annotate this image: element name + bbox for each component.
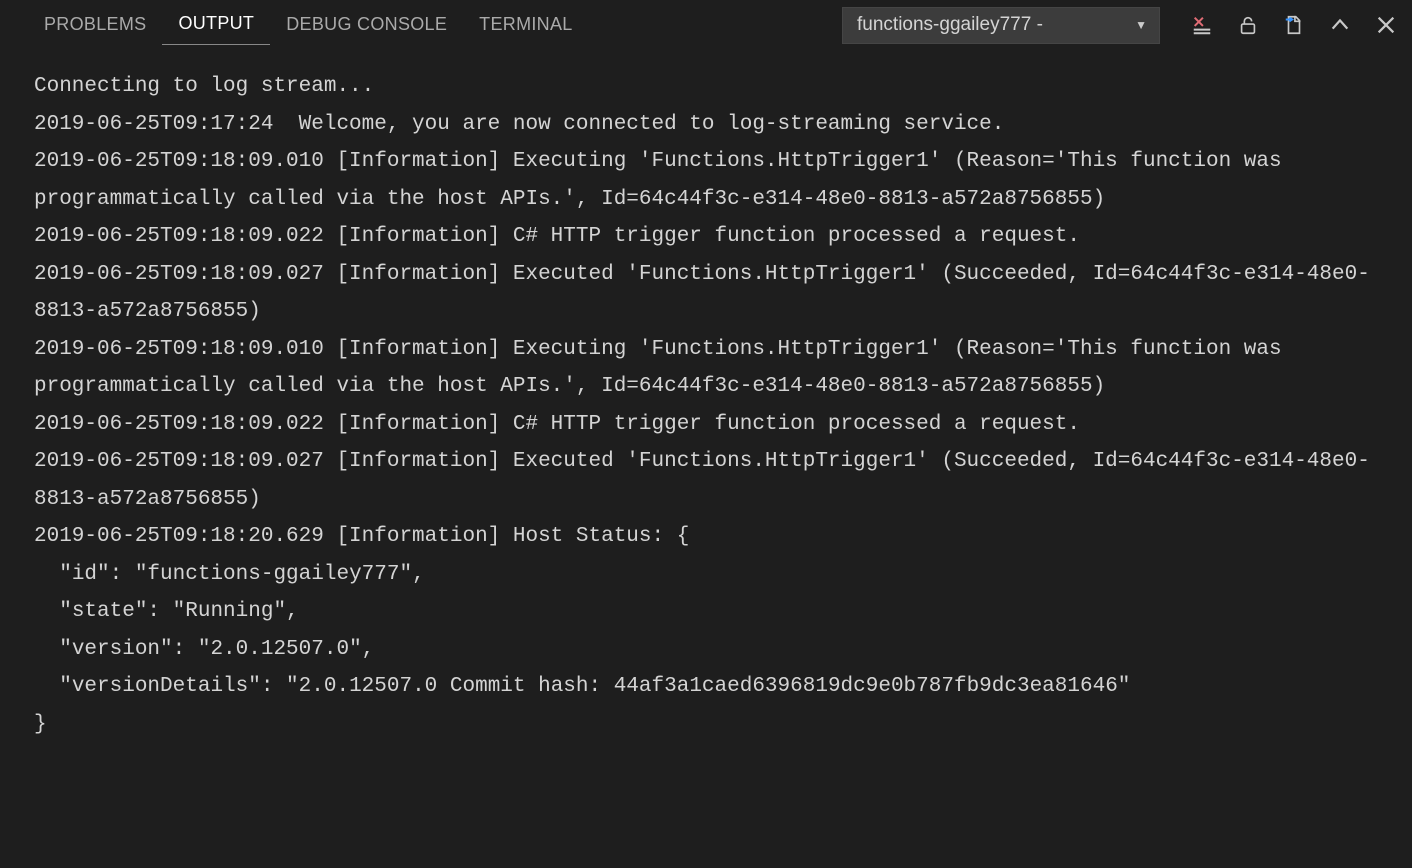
output-channel-selected: functions-ggailey777 - [857, 14, 1043, 36]
output-channel-dropdown[interactable]: functions-ggailey777 - ▼ [842, 7, 1160, 44]
open-log-icon[interactable] [1282, 13, 1306, 37]
tab-debug-console[interactable]: DEBUG CONSOLE [270, 6, 463, 45]
tab-terminal[interactable]: TERMINAL [463, 6, 588, 45]
output-panel: PROBLEMS OUTPUT DEBUG CONSOLE TERMINAL f… [0, 0, 1412, 868]
tab-output[interactable]: OUTPUT [162, 5, 270, 45]
collapse-up-icon[interactable] [1328, 13, 1352, 37]
chevron-down-icon: ▼ [1135, 18, 1147, 32]
clear-output-icon[interactable] [1190, 13, 1214, 37]
tab-problems[interactable]: PROBLEMS [28, 6, 162, 45]
output-log[interactable]: Connecting to log stream... 2019-06-25T0… [0, 50, 1412, 868]
panel-tab-bar: PROBLEMS OUTPUT DEBUG CONSOLE TERMINAL f… [0, 0, 1412, 50]
close-icon[interactable] [1374, 13, 1398, 37]
panel-action-icons [1160, 13, 1404, 37]
scroll-lock-icon[interactable] [1236, 13, 1260, 37]
